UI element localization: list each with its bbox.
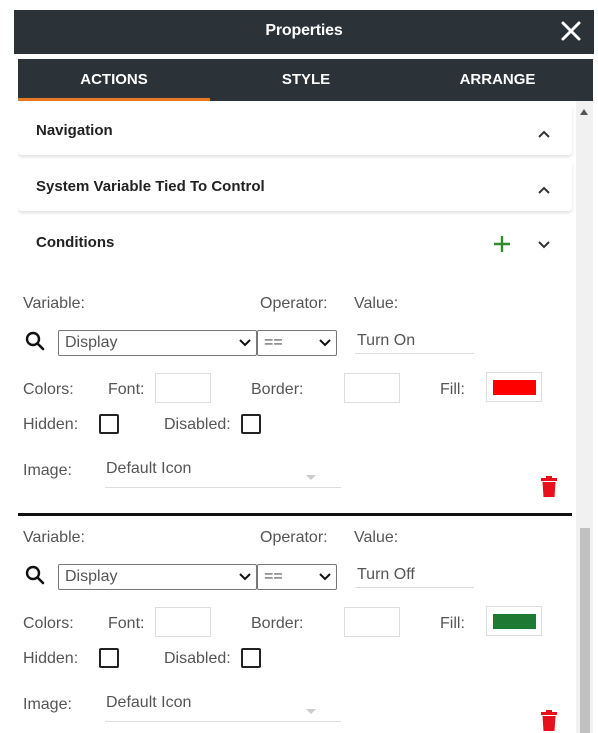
hidden-checkbox[interactable] bbox=[99, 648, 119, 668]
disabled-label: Disabled: bbox=[164, 416, 231, 433]
tab-arrange[interactable]: ARRANGE bbox=[402, 59, 593, 101]
image-underline bbox=[105, 487, 341, 488]
chevron-down-icon[interactable] bbox=[536, 236, 552, 252]
disabled-checkbox[interactable] bbox=[241, 648, 261, 668]
actions-content: Navigation System Variable Tied To Contr… bbox=[18, 101, 576, 733]
search-icon[interactable] bbox=[25, 331, 45, 351]
border-label: Border: bbox=[251, 381, 304, 398]
scroll-up-icon[interactable] bbox=[580, 109, 588, 115]
variable-select-value: Display bbox=[65, 568, 118, 585]
variable-label: Variable: bbox=[23, 529, 85, 546]
variable-label: Variable: bbox=[23, 295, 85, 312]
border-color-picker[interactable] bbox=[344, 607, 400, 637]
fill-color-swatch bbox=[493, 380, 536, 395]
tab-style[interactable]: STYLE bbox=[210, 59, 402, 101]
variable-select-value: Display bbox=[65, 334, 118, 351]
fill-label: Fill: bbox=[440, 615, 465, 632]
navigation-section-header[interactable]: Navigation bbox=[18, 105, 572, 155]
operator-select[interactable]: == bbox=[257, 330, 337, 356]
conditions-section-header[interactable]: Conditions bbox=[18, 217, 572, 267]
fill-color-picker[interactable] bbox=[486, 606, 542, 636]
dropdown-arrow-icon bbox=[306, 709, 316, 714]
chevron-down-icon bbox=[319, 573, 331, 581]
value-underline bbox=[355, 587, 474, 588]
scrollbar-thumb[interactable] bbox=[580, 528, 590, 733]
search-icon[interactable] bbox=[25, 565, 45, 585]
font-color-picker[interactable] bbox=[155, 607, 211, 637]
title-bar: Properties bbox=[14, 10, 594, 54]
disabled-checkbox[interactable] bbox=[241, 414, 261, 434]
value-label: Value: bbox=[354, 295, 399, 312]
operator-select[interactable]: == bbox=[257, 564, 337, 590]
operator-label: Operator: bbox=[260, 529, 328, 546]
image-select[interactable]: Default Icon bbox=[106, 694, 191, 712]
border-label: Border: bbox=[251, 615, 304, 632]
font-color-picker[interactable] bbox=[155, 373, 211, 403]
properties-panel: Properties ACTIONS STYLE ARRANGE Navigat… bbox=[14, 10, 594, 733]
panel-title: Properties bbox=[265, 22, 343, 39]
operator-label: Operator: bbox=[260, 295, 328, 312]
border-color-picker[interactable] bbox=[344, 373, 400, 403]
colors-label: Colors: bbox=[23, 615, 74, 632]
variable-select[interactable]: Display bbox=[58, 330, 257, 356]
tab-bar: ACTIONS STYLE ARRANGE bbox=[18, 59, 593, 101]
close-icon[interactable] bbox=[556, 16, 586, 46]
value-underline bbox=[355, 353, 474, 354]
system-variable-section-header[interactable]: System Variable Tied To Control bbox=[18, 161, 572, 211]
font-label: Font: bbox=[108, 615, 145, 632]
image-underline bbox=[105, 721, 341, 722]
tab-actions[interactable]: ACTIONS bbox=[18, 59, 210, 101]
chevron-up-icon[interactable] bbox=[536, 182, 552, 198]
disabled-label: Disabled: bbox=[164, 650, 231, 667]
fill-label: Fill: bbox=[440, 381, 465, 398]
chevron-down-icon bbox=[239, 573, 251, 581]
chevron-down-icon bbox=[239, 339, 251, 347]
dropdown-arrow-icon bbox=[306, 475, 316, 480]
image-label: Image: bbox=[23, 462, 72, 479]
chevron-up-icon[interactable] bbox=[536, 126, 552, 142]
hidden-label: Hidden: bbox=[23, 650, 79, 667]
value-input[interactable]: Turn Off bbox=[357, 566, 415, 584]
image-label: Image: bbox=[23, 696, 72, 713]
trash-icon[interactable] bbox=[540, 476, 558, 498]
value-input[interactable]: Turn On bbox=[357, 332, 415, 350]
hidden-label: Hidden: bbox=[23, 416, 79, 433]
condition-divider bbox=[18, 513, 572, 516]
hidden-checkbox[interactable] bbox=[99, 414, 119, 434]
operator-select-value: == bbox=[264, 568, 283, 585]
value-label: Value: bbox=[354, 529, 399, 546]
chevron-down-icon bbox=[319, 339, 331, 347]
trash-icon[interactable] bbox=[540, 710, 558, 732]
colors-label: Colors: bbox=[23, 381, 74, 398]
variable-select[interactable]: Display bbox=[58, 564, 257, 590]
system-variable-label: System Variable Tied To Control bbox=[36, 178, 265, 195]
plus-icon[interactable] bbox=[492, 234, 512, 254]
operator-select-value: == bbox=[264, 334, 283, 351]
navigation-label: Navigation bbox=[36, 122, 113, 139]
scrollbar[interactable] bbox=[576, 101, 593, 733]
conditions-label: Conditions bbox=[36, 234, 115, 251]
image-select[interactable]: Default Icon bbox=[106, 460, 191, 478]
fill-color-picker[interactable] bbox=[486, 372, 542, 402]
fill-color-swatch bbox=[493, 614, 536, 629]
font-label: Font: bbox=[108, 381, 145, 398]
